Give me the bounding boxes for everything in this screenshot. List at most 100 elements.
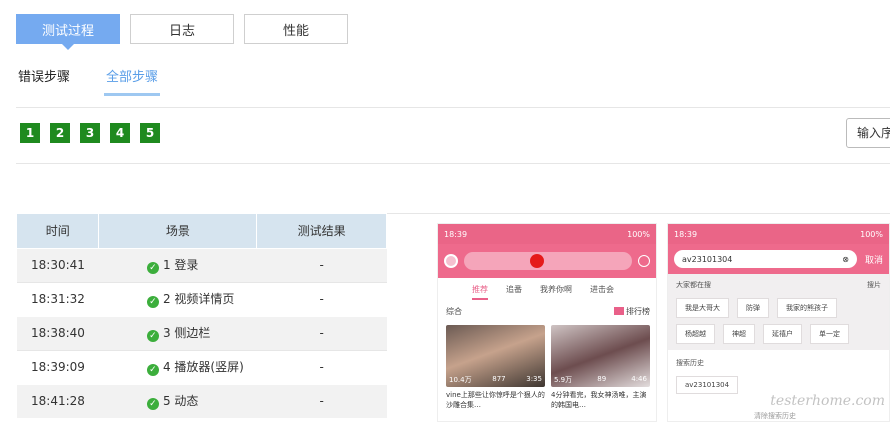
check-icon: ✓ bbox=[146, 330, 159, 342]
clear-history-link: 清除搜索历史 bbox=[754, 412, 796, 420]
history-title: 搜索历史 bbox=[676, 359, 704, 367]
tab-log[interactable]: 日志 bbox=[130, 14, 234, 44]
check-icon: ✓ bbox=[146, 398, 159, 411]
search-chip: 神超 bbox=[723, 324, 755, 344]
step-button-5[interactable]: 5 bbox=[140, 123, 160, 143]
tab-error-steps[interactable]: 错误步骤 bbox=[18, 66, 70, 96]
hot-search-chips: 我是大哥大 防弹 我家的熊孩子 杨超越 神超 延禧户 单一定 bbox=[676, 290, 881, 344]
row-scene: ✓ 1 登录 bbox=[98, 247, 257, 282]
tab-all-steps[interactable]: 全部步骤 bbox=[104, 66, 161, 96]
header-scene: 场景 bbox=[98, 214, 258, 248]
rank-label: 排行榜 bbox=[626, 307, 650, 316]
search-chip: 防弹 bbox=[737, 298, 769, 318]
video-duration: 3:35 bbox=[526, 375, 542, 383]
scene-label: 3 侧边栏 bbox=[162, 326, 211, 340]
tab-performance[interactable]: 性能 bbox=[244, 14, 348, 44]
divider bbox=[387, 213, 890, 214]
row-scene: ✓ 4 播放器(竖屏) bbox=[98, 349, 257, 384]
clear-icon: ⊗ bbox=[842, 254, 849, 264]
video-danmaku: 89 bbox=[597, 375, 607, 383]
search-header: av23101304 ⊗ 取消 bbox=[668, 244, 889, 274]
video-duration: 4:46 bbox=[631, 375, 647, 383]
rank-link: 排行榜 bbox=[614, 306, 650, 317]
video-views: 5.9万 bbox=[554, 376, 573, 384]
channel-tab: 推荐 bbox=[472, 284, 488, 300]
table-row[interactable]: 18:30:41 ✓ 1 登录 - bbox=[17, 247, 387, 282]
table-header-row: 时间 场景 测试结果 bbox=[17, 214, 387, 248]
screenshot-search[interactable]: 18:39 100% av23101304 ⊗ 取消 大家都在搜 搜片 我是大哥… bbox=[667, 223, 890, 422]
download-icon bbox=[638, 255, 650, 267]
row-scene: ✓ 3 侧边栏 bbox=[98, 315, 257, 350]
search-chip: 延禧户 bbox=[763, 324, 802, 344]
video-card: 5.9万 89 4:46 4分钟看完，我女神汤唯，主演的韩国电… bbox=[551, 325, 650, 410]
touch-indicator bbox=[530, 254, 544, 268]
step-button-2[interactable]: 2 bbox=[50, 123, 70, 143]
row-result: - bbox=[256, 281, 387, 316]
hot-search-more: 搜片 bbox=[867, 281, 881, 289]
search-field: av23101304 ⊗ bbox=[674, 250, 857, 268]
table-row[interactable]: 18:41:28 ✓ 5 动态 - bbox=[17, 383, 387, 418]
channel-tab: 我养你啊 bbox=[540, 285, 572, 294]
row-scene: ✓ 5 动态 bbox=[98, 383, 257, 418]
table-row[interactable]: 18:39:09 ✓ 4 播放器(竖屏) - bbox=[17, 349, 387, 384]
row-time: 18:39:09 bbox=[17, 349, 99, 384]
top-tabs: 测试过程 日志 性能 bbox=[16, 14, 348, 50]
scene-label: 1 登录 bbox=[162, 258, 199, 272]
row-result: - bbox=[256, 315, 387, 350]
scene-label: 5 动态 bbox=[162, 394, 199, 409]
hot-search: 大家都在搜 搜片 我是大哥大 防弹 我家的熊孩子 杨超越 神超 延禧户 单一定 bbox=[668, 274, 889, 350]
tab-test-process[interactable]: 测试过程 bbox=[16, 14, 120, 50]
divider bbox=[16, 107, 890, 108]
channel-tab: 进击会 bbox=[590, 285, 614, 294]
video-title: 4分钟看完，我女神汤唯，主演的韩国电… bbox=[551, 391, 647, 409]
video-thumbnail: 5.9万 89 4:46 bbox=[551, 325, 650, 387]
step-button-1[interactable]: 1 bbox=[20, 123, 40, 143]
scene-label: 4 播放器(竖屏) bbox=[162, 360, 244, 374]
table-row[interactable]: 18:38:40 ✓ 3 侧边栏 - bbox=[17, 315, 387, 350]
section-title: 综合 bbox=[446, 307, 462, 316]
status-bar: 18:39 100% bbox=[438, 224, 656, 244]
divider bbox=[16, 163, 890, 164]
hot-search-header: 大家都在搜 搜片 bbox=[676, 280, 881, 290]
video-card: 10.4万 877 3:35 vine上那些让你惊呼是个狠人的沙雕合集… bbox=[446, 325, 545, 410]
check-icon: ✓ bbox=[146, 262, 159, 274]
video-meta: 5.9万 89 4:46 bbox=[554, 375, 647, 385]
watermark: testerhome.com bbox=[770, 393, 885, 409]
screenshot-home[interactable]: 18:39 100% 推荐 追番 我养你啊 进击会 综合 排行榜 10.4万 8… bbox=[437, 223, 657, 422]
cancel-label: 取消 bbox=[864, 255, 883, 266]
step-list: 1 2 3 4 5 bbox=[20, 123, 160, 143]
table-row[interactable]: 18:31:32 ✓ 2 视频详情页 - bbox=[17, 281, 387, 316]
status-bar: 18:39 100% bbox=[668, 224, 889, 244]
row-result: - bbox=[256, 247, 387, 282]
step-filter-tabs: 错误步骤 全部步骤 bbox=[18, 66, 161, 96]
video-meta: 10.4万 877 3:35 bbox=[449, 375, 542, 385]
battery-level: 100% bbox=[860, 229, 883, 239]
row-result: - bbox=[256, 383, 387, 418]
search-query: av23101304 bbox=[682, 254, 733, 264]
step-button-4[interactable]: 4 bbox=[110, 123, 130, 143]
row-time: 18:41:28 bbox=[17, 383, 99, 418]
history-chip: av23101304 bbox=[676, 376, 739, 394]
section-header: 综合 排行榜 bbox=[438, 300, 656, 317]
check-icon: ✓ bbox=[146, 364, 159, 376]
video-cards: 10.4万 877 3:35 vine上那些让你惊呼是个狠人的沙雕合集… 5.9… bbox=[438, 317, 656, 410]
header-time: 时间 bbox=[17, 214, 100, 248]
status-time: 18:39 bbox=[444, 229, 468, 239]
app-header bbox=[438, 244, 656, 278]
row-time: 18:30:41 bbox=[17, 247, 99, 282]
row-time: 18:38:40 bbox=[17, 315, 99, 350]
channel-nav: 推荐 追番 我养你啊 进击会 bbox=[438, 278, 656, 300]
search-chip: 我是大哥大 bbox=[676, 298, 729, 318]
video-title: vine上那些让你惊呼是个狠人的沙雕合集… bbox=[446, 391, 545, 409]
rank-icon bbox=[614, 307, 624, 315]
search-bar bbox=[464, 252, 632, 270]
sequence-input[interactable]: 输入序 bbox=[846, 118, 890, 148]
scene-label: 2 视频详情页 bbox=[162, 292, 235, 306]
check-icon: ✓ bbox=[146, 296, 159, 308]
results-table: 时间 场景 测试结果 18:30:41 ✓ 1 登录 - 18:31:32 ✓ 2 … bbox=[17, 214, 387, 418]
step-button-3[interactable]: 3 bbox=[80, 123, 100, 143]
search-chip: 单一定 bbox=[810, 324, 849, 344]
video-thumbnail: 10.4万 877 3:35 bbox=[446, 325, 545, 387]
video-views: 10.4万 bbox=[449, 376, 472, 384]
search-chip: 我家的熊孩子 bbox=[777, 298, 837, 318]
